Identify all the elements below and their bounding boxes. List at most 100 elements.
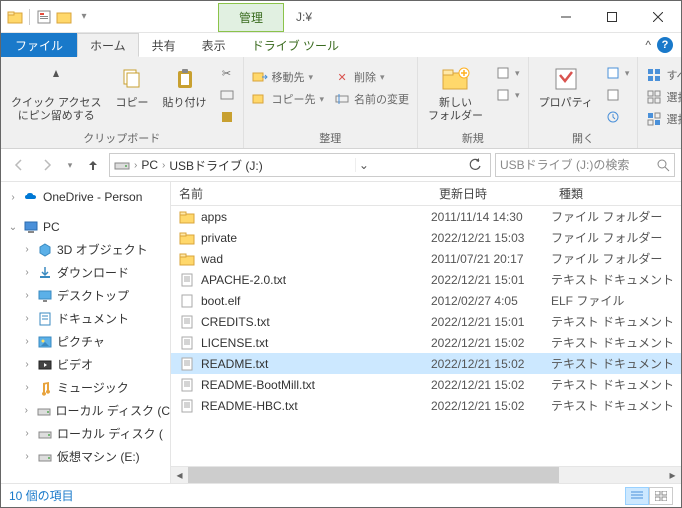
recent-locations-button[interactable]: ▾ <box>63 153 77 177</box>
file-name: README-BootMill.txt <box>201 378 315 392</box>
tab-view[interactable]: 表示 <box>189 33 239 57</box>
properties-button[interactable]: プロパティ <box>533 59 599 114</box>
navigation-pane[interactable]: ›OneDrive - Person ⌄PC›3D オブジェクト›ダウンロード›デ… <box>1 182 171 483</box>
column-date[interactable]: 更新日時 <box>431 185 551 202</box>
qat-dropdown-icon[interactable]: ▾ <box>76 9 92 25</box>
scroll-left-icon[interactable]: ◂ <box>171 467 188 484</box>
copy-button[interactable]: コピー <box>110 59 155 114</box>
expand-icon[interactable]: › <box>21 290 33 301</box>
search-icon[interactable] <box>656 158 670 172</box>
copy-to-button[interactable]: コピー先▾ <box>248 89 329 109</box>
back-button[interactable] <box>7 153 31 177</box>
tab-home[interactable]: ホーム <box>77 33 139 57</box>
expand-icon[interactable]: › <box>21 405 32 416</box>
column-name[interactable]: 名前 <box>171 185 431 202</box>
tree-item[interactable]: ›ダウンロード <box>1 261 170 284</box>
refresh-button[interactable] <box>464 158 486 172</box>
paste-shortcut-button[interactable] <box>215 107 239 127</box>
tree-item[interactable]: ›ミュージック <box>1 376 170 399</box>
file-row[interactable]: README-HBC.txt2022/12/21 15:02テキスト ドキュメン… <box>171 395 681 416</box>
expand-icon[interactable]: › <box>21 382 33 393</box>
tab-share[interactable]: 共有 <box>139 33 189 57</box>
tab-file[interactable]: ファイル <box>1 33 77 57</box>
close-button[interactable] <box>635 1 681 32</box>
invert-selection-button[interactable]: 選択の切り替え <box>642 109 682 129</box>
tree-item[interactable]: ›ローカル ディスク (C <box>1 399 170 422</box>
expand-icon[interactable]: › <box>21 244 33 255</box>
forward-button[interactable] <box>35 153 59 177</box>
maximize-button[interactable] <box>589 1 635 32</box>
tree-item[interactable]: ›ピクチャ <box>1 330 170 353</box>
breadcrumb-pc[interactable]: PC <box>141 158 158 172</box>
chevron-right-icon[interactable]: › <box>134 160 137 171</box>
delete-button[interactable]: ✕削除▾ <box>330 67 413 87</box>
file-row[interactable]: wad2011/07/21 20:17ファイル フォルダー <box>171 248 681 269</box>
expand-icon[interactable]: ⌄ <box>7 222 19 233</box>
tree-item[interactable]: ›ローカル ディスク ( <box>1 422 170 445</box>
horizontal-scrollbar[interactable]: ◂ ▸ <box>171 466 681 483</box>
select-none-button[interactable]: 選択解除 <box>642 87 682 107</box>
help-icon[interactable]: ? <box>657 37 673 53</box>
drive-qat-icon[interactable] <box>56 9 72 25</box>
thumbnails-view-button[interactable] <box>649 487 673 505</box>
pin-to-quick-access-button[interactable]: クイック アクセス にピン留めする <box>5 59 108 127</box>
file-row[interactable]: private2022/12/21 15:03ファイル フォルダー <box>171 227 681 248</box>
properties-qat-icon[interactable] <box>36 9 52 25</box>
open-button[interactable]: ▾ <box>601 63 634 83</box>
address-box[interactable]: › PC › USBドライブ (J:) ⌄ <box>109 153 491 177</box>
file-row[interactable]: README-BootMill.txt2022/12/21 15:02テキスト … <box>171 374 681 395</box>
select-all-button[interactable]: すべて選択 <box>642 65 682 85</box>
file-row[interactable]: CREDITS.txt2022/12/21 15:01テキスト ドキュメント <box>171 311 681 332</box>
tree-item[interactable]: › ビデオ <box>1 353 170 376</box>
paste-button[interactable]: 貼り付け <box>157 59 213 114</box>
address-dropdown-icon[interactable]: ⌄ <box>355 158 371 172</box>
file-name: wad <box>201 252 223 266</box>
tree-item-label: ビデオ <box>57 356 93 373</box>
expand-icon[interactable]: › <box>21 451 33 462</box>
tree-item[interactable]: ⌄PC <box>1 216 170 238</box>
cut-button[interactable]: ✂ <box>215 63 239 83</box>
search-box[interactable] <box>495 153 675 177</box>
copy-path-button[interactable] <box>215 85 239 105</box>
scroll-right-icon[interactable]: ▸ <box>664 467 681 484</box>
rename-button[interactable]: 名前の変更 <box>330 89 413 109</box>
expand-icon[interactable]: › <box>21 359 33 370</box>
tree-item[interactable]: ›3D オブジェクト <box>1 238 170 261</box>
disk-icon <box>37 426 53 442</box>
details-view-button[interactable] <box>625 487 649 505</box>
new-folder-label: 新しい フォルダー <box>428 97 483 123</box>
group-new-label: 新規 <box>422 128 524 148</box>
easy-access-button[interactable]: ▾ <box>491 85 524 105</box>
file-list[interactable]: apps2011/11/14 14:30ファイル フォルダーprivate202… <box>171 206 681 466</box>
tab-drive-tools[interactable]: ドライブ ツール <box>239 33 352 57</box>
expand-icon[interactable]: › <box>21 336 33 347</box>
file-row[interactable]: LICENSE.txt2022/12/21 15:02テキスト ドキュメント <box>171 332 681 353</box>
up-button[interactable] <box>81 153 105 177</box>
file-row[interactable]: APACHE-2.0.txt2022/12/21 15:01テキスト ドキュメン… <box>171 269 681 290</box>
chevron-right-icon[interactable]: › <box>162 160 165 171</box>
expand-icon[interactable]: › <box>21 313 33 324</box>
move-to-button[interactable]: 移動先▾ <box>248 67 329 87</box>
breadcrumb-drive[interactable]: USBドライブ (J:) <box>169 157 262 174</box>
history-button[interactable] <box>601 107 634 127</box>
ribbon-collapse-icon[interactable]: ^ <box>645 38 651 52</box>
file-row[interactable]: apps2011/11/14 14:30ファイル フォルダー <box>171 206 681 227</box>
new-item-button[interactable]: ▾ <box>491 63 524 83</box>
column-type[interactable]: 種類 <box>551 185 681 202</box>
column-headers[interactable]: 名前 更新日時 種類 <box>171 182 681 206</box>
tree-item[interactable]: ›OneDrive - Person <box>1 186 170 208</box>
tree-item[interactable]: ›仮想マシン (E:) <box>1 445 170 468</box>
copy-label: コピー <box>116 97 149 110</box>
expand-icon[interactable]: › <box>21 428 33 439</box>
expand-icon[interactable]: › <box>21 267 33 278</box>
minimize-button[interactable] <box>543 1 589 32</box>
search-input[interactable] <box>500 158 656 172</box>
file-row[interactable]: boot.elf2012/02/27 4:05ELF ファイル <box>171 290 681 311</box>
file-row[interactable]: README.txt2022/12/21 15:02テキスト ドキュメント <box>171 353 681 374</box>
new-folder-button[interactable]: 新しい フォルダー <box>422 59 489 127</box>
edit-button[interactable] <box>601 85 634 105</box>
scroll-thumb[interactable] <box>188 467 559 483</box>
tree-item[interactable]: ›デスクトップ <box>1 284 170 307</box>
expand-icon[interactable]: › <box>7 192 19 203</box>
tree-item[interactable]: ›ドキュメント <box>1 307 170 330</box>
